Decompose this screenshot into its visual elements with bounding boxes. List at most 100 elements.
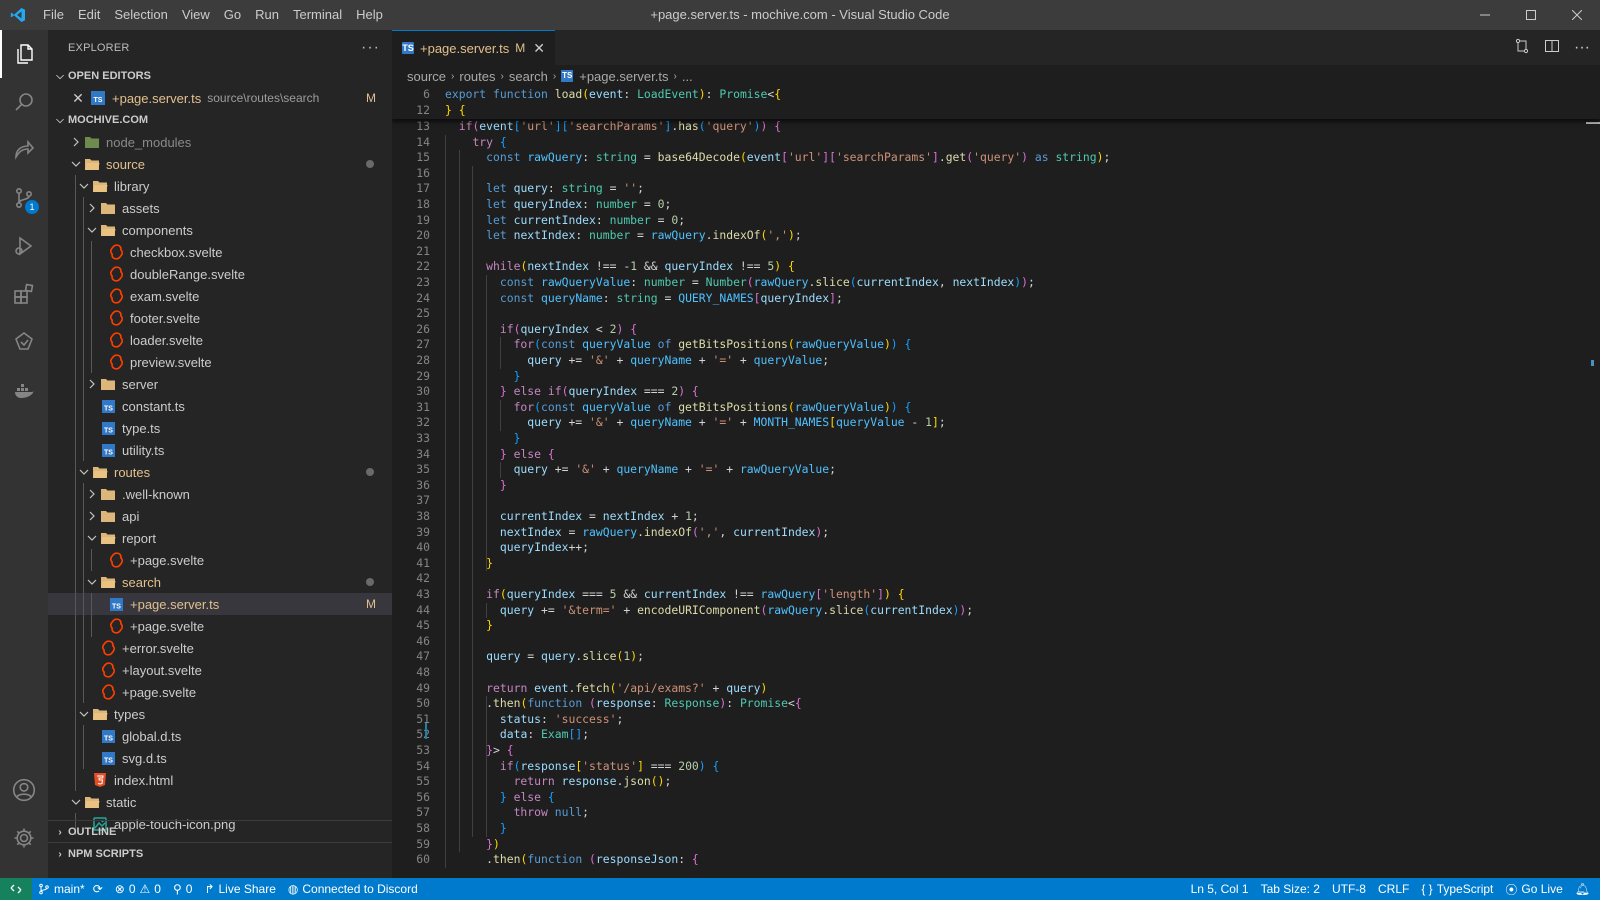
code-line[interactable]: let currentIndex: number = 0; <box>445 213 685 229</box>
open-editors-header[interactable]: ⌵ OPEN EDITORS <box>48 65 392 87</box>
code-line[interactable]: } <box>445 431 521 447</box>
tree-file[interactable]: +layout.svelte <box>48 659 392 681</box>
code-line[interactable]: query += '&' + queryName + '=' + queryVa… <box>445 353 829 369</box>
chevron-down-icon[interactable] <box>84 222 100 238</box>
encoding[interactable]: UTF-8 <box>1326 882 1372 896</box>
source-control-icon[interactable]: 1 <box>0 174 48 222</box>
live-share-icon[interactable] <box>0 126 48 174</box>
sticky-scroll-header[interactable]: 6 export function load(event: LoadEvent):… <box>392 87 1600 119</box>
code-line[interactable]: throw null; <box>445 805 589 821</box>
code-line[interactable]: const queryName: string = QUERY_NAMES[qu… <box>445 291 843 307</box>
tree-file[interactable]: preview.svelte <box>48 351 392 373</box>
more-actions-icon[interactable]: ··· <box>1574 39 1590 57</box>
tree-folder[interactable]: static <box>48 791 392 813</box>
breadcrumb-item[interactable]: source <box>407 69 446 84</box>
close-window-button[interactable] <box>1554 0 1600 30</box>
code-editor[interactable]: 13 if(event['url']['searchParams'].has('… <box>392 87 1600 878</box>
code-line[interactable]: const rawQuery: string = base64Decode(ev… <box>445 150 1110 166</box>
code-line[interactable]: queryIndex++; <box>445 540 589 556</box>
tree-file[interactable]: doubleRange.svelte <box>48 263 392 285</box>
menu-run[interactable]: Run <box>248 0 286 30</box>
search-icon[interactable] <box>0 78 48 126</box>
menu-view[interactable]: View <box>175 0 217 30</box>
open-editor-item[interactable]: ✕ TS +page.server.ts source\routes\searc… <box>48 87 392 109</box>
cursor-position[interactable]: Ln 5, Col 1 <box>1185 882 1255 896</box>
code-line[interactable]: let query: string = ''; <box>445 181 644 197</box>
code-line[interactable]: } <box>445 618 493 634</box>
tree-file[interactable]: loader.svelte <box>48 329 392 351</box>
code-line[interactable]: }) <box>445 837 500 853</box>
menu-selection[interactable]: Selection <box>107 0 174 30</box>
code-line[interactable]: let nextIndex: number = rawQuery.indexOf… <box>445 228 802 244</box>
chevron-down-icon[interactable] <box>68 794 84 810</box>
remote-indicator-icon[interactable] <box>0 878 32 900</box>
sync-icon[interactable]: ⟳ <box>93 882 103 896</box>
explorer-icon[interactable] <box>0 30 48 78</box>
breadcrumb-item[interactable]: search <box>509 69 548 84</box>
tab-page-server-ts[interactable]: TS +page.server.ts M ✕ <box>392 30 555 65</box>
code-line[interactable]: } else if(queryIndex === 2) { <box>445 384 699 400</box>
code-line[interactable]: currentIndex = nextIndex + 1; <box>445 509 699 525</box>
code-line[interactable]: if(event['url']['searchParams'].has('que… <box>445 119 781 135</box>
tree-file[interactable]: +page.svelte <box>48 549 392 571</box>
more-actions-icon[interactable]: ··· <box>361 39 380 57</box>
split-editor-icon[interactable] <box>1544 38 1560 57</box>
breadcrumb-item[interactable]: routes <box>459 69 495 84</box>
notifications-bell-icon[interactable]: 🔔︎ <box>1569 882 1600 896</box>
code-line[interactable]: } <box>445 821 507 837</box>
line-ending[interactable]: CRLF <box>1372 882 1415 896</box>
tree-folder[interactable]: routes <box>48 461 392 483</box>
chevron-right-icon[interactable] <box>84 486 100 502</box>
tree-file[interactable]: TS global.d.ts <box>48 725 392 747</box>
tree-file[interactable]: TS utility.ts <box>48 439 392 461</box>
code-line[interactable]: for(const queryValue of getBitsPositions… <box>445 337 912 353</box>
tab-close-icon[interactable]: ✕ <box>533 40 545 57</box>
code-line[interactable]: nextIndex = rawQuery.indexOf(',', curren… <box>445 525 829 541</box>
code-line[interactable]: if(response['status'] === 200) { <box>445 759 720 775</box>
chevron-down-icon[interactable] <box>84 574 100 590</box>
code-line[interactable]: } <box>445 369 521 385</box>
npm-scripts-header[interactable]: › NPM SCRIPTS <box>48 843 392 865</box>
chevron-right-icon[interactable] <box>84 376 100 392</box>
tree-file[interactable]: TS svg.d.ts <box>48 747 392 769</box>
close-icon[interactable]: ✕ <box>70 90 86 106</box>
tree-folder[interactable]: library <box>48 175 392 197</box>
code-line[interactable]: status: 'success'; <box>445 712 623 728</box>
code-line[interactable]: .then(function (responseJson: { <box>445 852 699 868</box>
tree-folder[interactable]: api <box>48 505 392 527</box>
tree-file[interactable]: TS type.ts <box>48 417 392 439</box>
tree-folder[interactable]: types <box>48 703 392 725</box>
code-line[interactable]: return response.json(); <box>445 774 672 790</box>
code-line[interactable]: .then(function (response: Response): Pro… <box>445 696 802 712</box>
ports-indicator[interactable]: ⚲ 0 <box>167 882 198 896</box>
code-line[interactable]: try { <box>445 135 506 151</box>
code-line[interactable]: query = query.slice(1); <box>445 649 644 665</box>
code-line[interactable]: }> { <box>445 743 513 759</box>
breadcrumb-item[interactable]: +page.server.ts <box>579 69 668 84</box>
code-line[interactable]: } <box>445 478 507 494</box>
code-line[interactable]: for(const queryValue of getBitsPositions… <box>445 400 912 416</box>
code-line[interactable]: } else { <box>445 447 555 463</box>
tree-file[interactable]: index.html <box>48 769 392 791</box>
tree-folder[interactable]: components <box>48 219 392 241</box>
accounts-icon[interactable] <box>0 766 48 814</box>
tree-file[interactable]: checkbox.svelte <box>48 241 392 263</box>
code-line[interactable]: const rawQueryValue: number = Number(raw… <box>445 275 1035 291</box>
tree-folder[interactable]: node_modules <box>48 131 392 153</box>
chevron-down-icon[interactable] <box>76 178 92 194</box>
menu-go[interactable]: Go <box>217 0 248 30</box>
code-line[interactable]: data: Exam[]; <box>445 727 589 743</box>
code-line[interactable]: } else { <box>445 790 555 806</box>
code-line[interactable]: query += '&' + queryName + '=' + rawQuer… <box>445 462 836 478</box>
tree-folder[interactable]: assets <box>48 197 392 219</box>
problems-indicator[interactable]: ⊗ 0 ⚠ 0 <box>109 882 167 896</box>
chevron-right-icon[interactable] <box>68 134 84 150</box>
code-line[interactable]: if(queryIndex === 5 && currentIndex !== … <box>445 587 904 603</box>
tree-file[interactable]: exam.svelte <box>48 285 392 307</box>
code-line[interactable]: export function load(event: LoadEvent): … <box>445 87 781 103</box>
chevron-down-icon[interactable] <box>76 464 92 480</box>
code-line[interactable]: if(queryIndex < 2) { <box>445 322 637 338</box>
code-line[interactable]: } <box>445 556 493 572</box>
chevron-down-icon[interactable] <box>76 706 92 722</box>
extensions-icon[interactable] <box>0 270 48 318</box>
